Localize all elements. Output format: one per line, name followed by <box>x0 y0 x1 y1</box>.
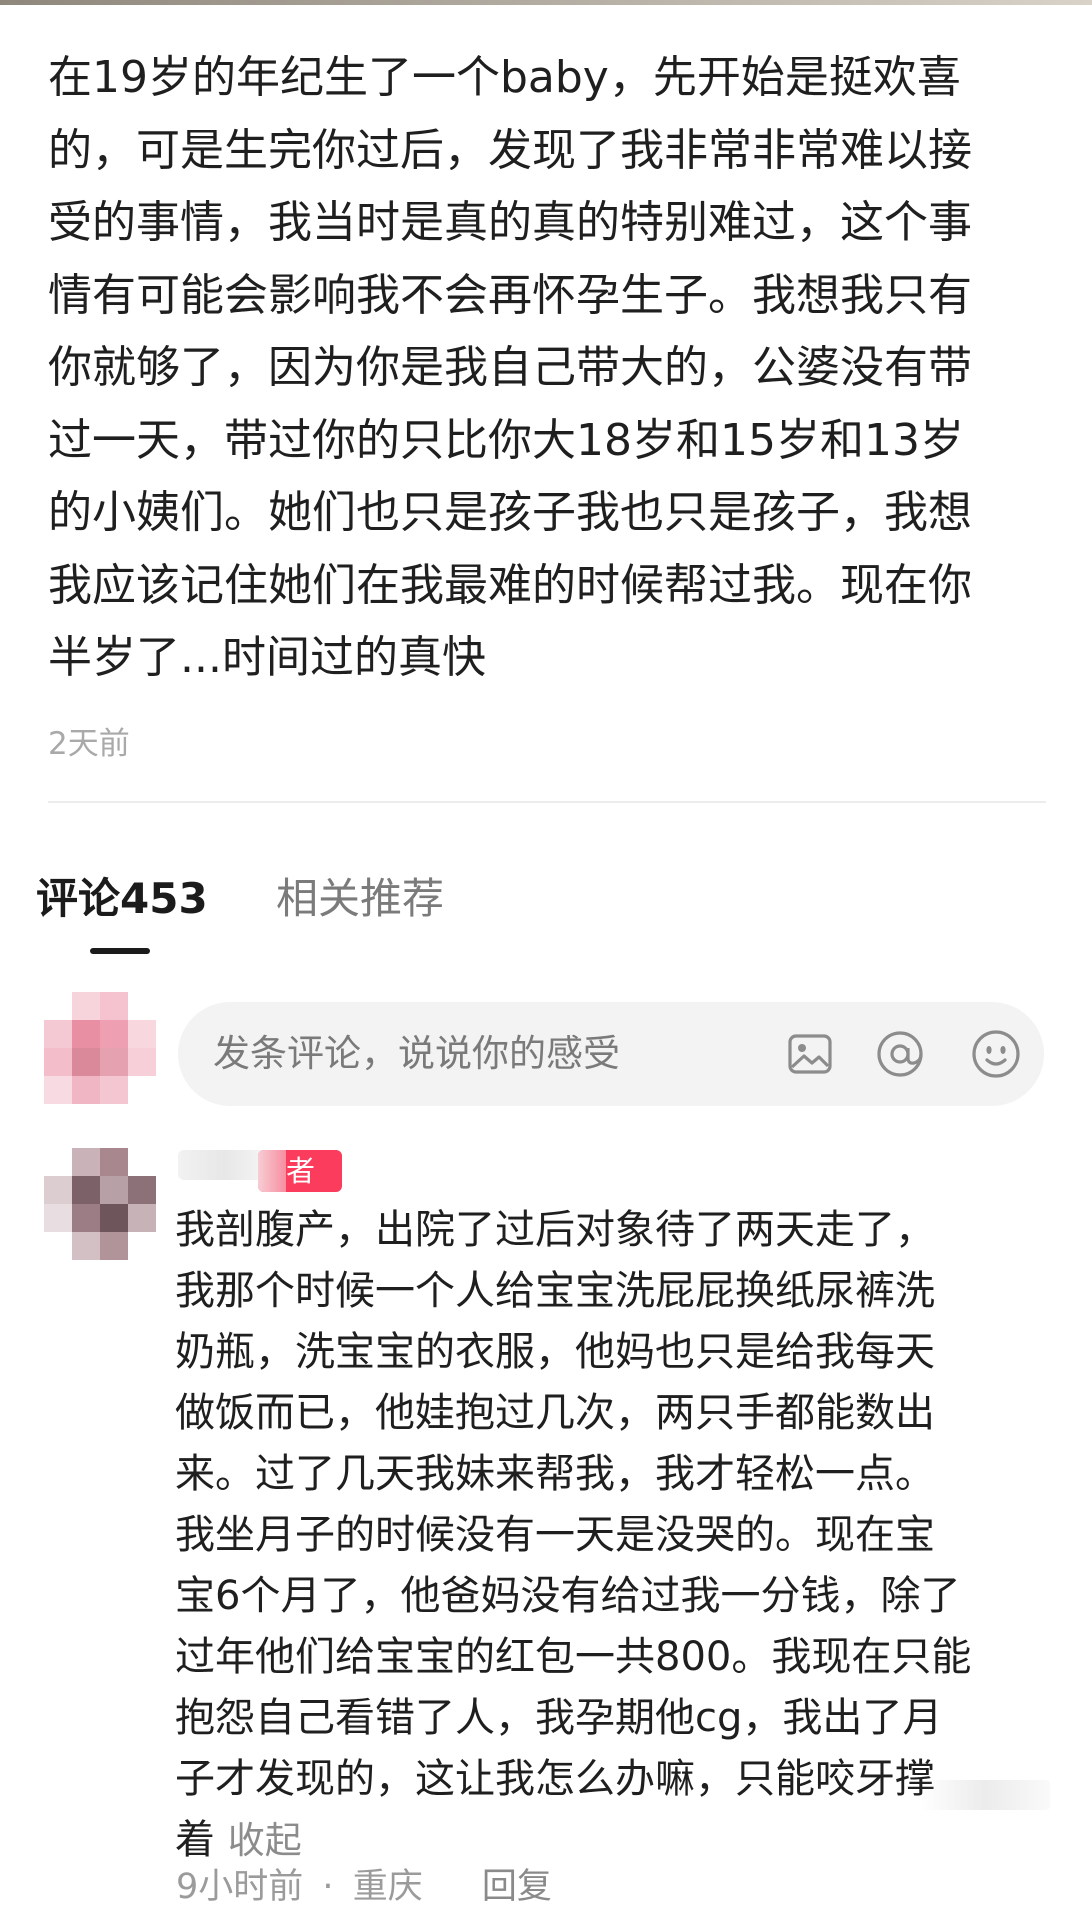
comment-last-line: 着 收起 <box>175 1810 1055 1871</box>
post-line: 半岁了...时间过的真快 <box>48 632 486 683</box>
commenter-name-blurred[interactable] <box>178 1150 270 1180</box>
commenter-avatar[interactable] <box>44 1148 156 1260</box>
post-line: 在19岁的年纪生了一个baby，先开始是挺欢喜 <box>48 52 961 103</box>
comment-line: 我剖腹产，出院了过后对象待了两天走了， <box>175 1207 935 1253</box>
comment-location: 重庆 <box>352 1867 423 1907</box>
comment-line: 来。过了几天我妹来帮我，我才轻松一点。 <box>175 1451 935 1497</box>
at-icon[interactable] <box>872 1026 928 1082</box>
post-line: 我应该记住她们在我最难的时候帮过我。现在你 <box>48 559 972 611</box>
comment-line: 过年他们给宝宝的红包一共800。我现在只能 <box>175 1634 972 1680</box>
comment-line: 我坐月子的时候没有一天是没哭的。现在宝 <box>175 1512 935 1558</box>
author-badge-label: 者 <box>286 1154 316 1188</box>
comment-meta: 9小时前 · 重庆 回复 <box>176 1864 552 1910</box>
comment-input-placeholder: 发条评论，说说你的感受 <box>213 1032 620 1075</box>
watermark <box>920 1780 1050 1810</box>
post-body: 在19岁的年纪生了一个baby，先开始是挺欢喜 的，可是生完你过后，发现了我非常… <box>48 42 1048 695</box>
post-line: 受的事情，我当时是真的真的特别难过，这个事 <box>48 197 972 248</box>
image-icon[interactable] <box>782 1026 838 1082</box>
comment-line: 抱怨自己看错了人，我孕期他cg，我出了月 <box>175 1695 943 1741</box>
post-line: 的，可是生完你过后，发现了我非常非常难以接 <box>48 124 972 176</box>
active-tab-indicator <box>90 948 150 954</box>
comment-line-end: 着 <box>175 1817 215 1863</box>
comment-text: 我剖腹产，出院了过后对象待了两天走了， 我那个时候一个人给宝宝洗屁屁换纸尿裤洗 … <box>175 1200 1055 1871</box>
author-badge: 者 <box>258 1150 342 1192</box>
post-line: 你就够了，因为你是我自己带大的，公婆没有带 <box>48 342 972 393</box>
post-line: 过一天，带过你的只比你大18岁和15岁和13岁 <box>48 414 964 466</box>
current-user-avatar[interactable] <box>44 992 156 1104</box>
author-badge-blurred-part <box>258 1150 286 1192</box>
tab-comments[interactable]: 评论453 <box>36 870 208 928</box>
collapse-button[interactable]: 收起 <box>228 1819 302 1862</box>
reply-button[interactable]: 回复 <box>482 1864 552 1910</box>
comment-line: 做饭而已，他娃抱过几次，两只手都能数出 <box>175 1390 935 1436</box>
post-timestamp: 2天前 <box>48 726 130 762</box>
emoji-icon[interactable] <box>968 1026 1024 1082</box>
tab-related-recommendations[interactable]: 相关推荐 <box>276 870 444 928</box>
section-divider <box>48 801 1046 803</box>
meta-separator: · <box>322 1867 334 1907</box>
comment-input[interactable]: 发条评论，说说你的感受 <box>178 1002 1044 1106</box>
comment-line: 我那个时候一个人给宝宝洗屁屁换纸尿裤洗 <box>175 1268 935 1314</box>
comment-timestamp: 9小时前 <box>176 1867 304 1907</box>
post-line: 的小姨们。她们也只是孩子我也只是孩子，我想 <box>48 487 972 538</box>
post-line: 情有可能会影响我不会再怀孕生子。我想我只有 <box>48 269 972 321</box>
top-edge-line <box>0 0 1092 5</box>
comment-line: 奶瓶，洗宝宝的衣服，他妈也只是给我每天 <box>175 1329 935 1375</box>
comment-line: 宝6个月了，他爸妈没有给过我一分钱，除了 <box>175 1573 961 1619</box>
